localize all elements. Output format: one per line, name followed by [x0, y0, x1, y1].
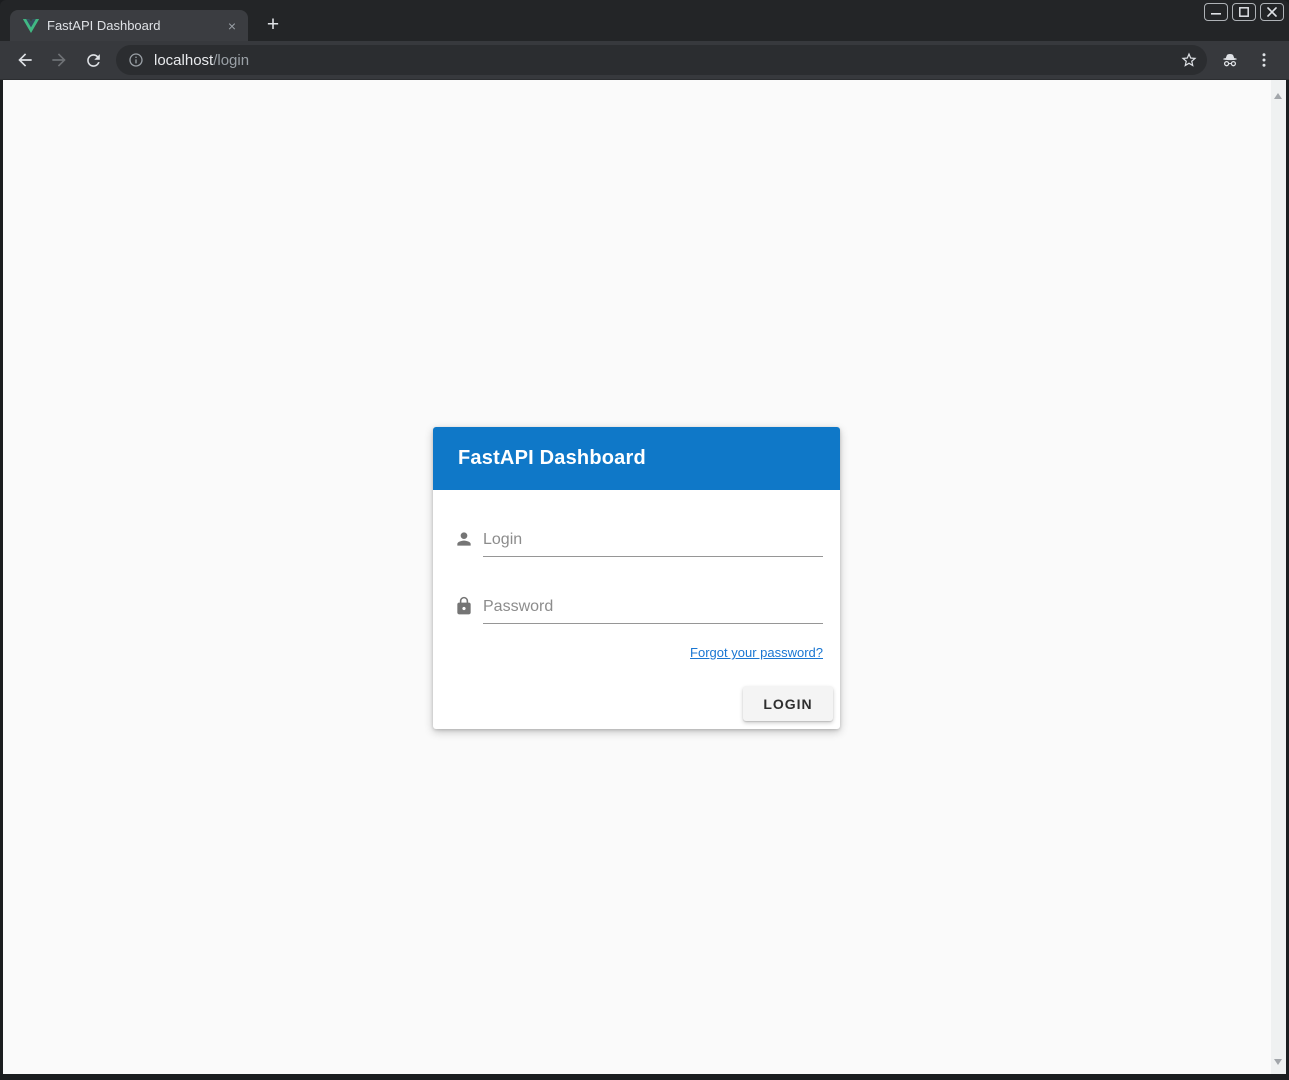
info-icon — [128, 52, 144, 68]
back-icon — [15, 50, 35, 70]
forgot-password-link[interactable]: Forgot your password? — [690, 645, 823, 660]
page-scrollbar[interactable] — [1271, 80, 1286, 1074]
minimize-button[interactable] — [1204, 3, 1228, 21]
scroll-up-icon[interactable] — [1274, 93, 1282, 99]
close-window-button[interactable] — [1260, 3, 1284, 21]
tab-strip: FastAPI Dashboard × + — [0, 0, 1289, 41]
window-controls — [1204, 3, 1284, 21]
new-tab-button[interactable]: + — [258, 11, 288, 40]
url-path: /login — [213, 52, 249, 69]
login-input[interactable] — [483, 523, 823, 556]
login-button[interactable]: LOGIN — [743, 686, 833, 721]
vue-logo-icon — [23, 18, 39, 34]
reload-icon — [84, 51, 103, 70]
browser-tab[interactable]: FastAPI Dashboard × — [10, 10, 248, 41]
url-text: localhost/login — [154, 52, 1175, 69]
browser-toolbar: localhost/login — [0, 41, 1289, 80]
minimize-icon — [1211, 7, 1221, 17]
star-icon — [1180, 51, 1198, 69]
tab-title: FastAPI Dashboard — [47, 18, 223, 33]
lock-icon — [454, 596, 474, 616]
menu-dots-icon — [1255, 51, 1273, 69]
reload-button[interactable] — [76, 43, 110, 77]
site-info-button[interactable] — [122, 46, 150, 74]
login-field — [483, 523, 823, 557]
forward-icon — [49, 50, 69, 70]
password-field — [483, 590, 823, 624]
address-bar[interactable]: localhost/login — [116, 45, 1207, 75]
incognito-indicator — [1213, 43, 1247, 77]
login-card-title: FastAPI Dashboard — [458, 447, 646, 470]
maximize-icon — [1239, 7, 1249, 17]
password-input[interactable] — [483, 590, 823, 623]
bookmark-button[interactable] — [1175, 46, 1203, 74]
scroll-down-icon[interactable] — [1274, 1059, 1282, 1065]
url-host: localhost — [154, 52, 213, 69]
back-button[interactable] — [8, 43, 42, 77]
close-icon — [1267, 7, 1277, 17]
forward-button[interactable] — [42, 43, 76, 77]
browser-window: FastAPI Dashboard × + — [0, 0, 1289, 1080]
incognito-icon — [1219, 49, 1241, 71]
login-card: FastAPI Dashboard Forgot your password? … — [433, 427, 840, 729]
page-content: FastAPI Dashboard Forgot your password? … — [3, 80, 1286, 1074]
login-card-header: FastAPI Dashboard — [433, 427, 840, 490]
person-icon — [454, 529, 474, 549]
maximize-button[interactable] — [1232, 3, 1256, 21]
tab-close-icon[interactable]: × — [223, 17, 241, 35]
browser-menu-button[interactable] — [1247, 43, 1281, 77]
